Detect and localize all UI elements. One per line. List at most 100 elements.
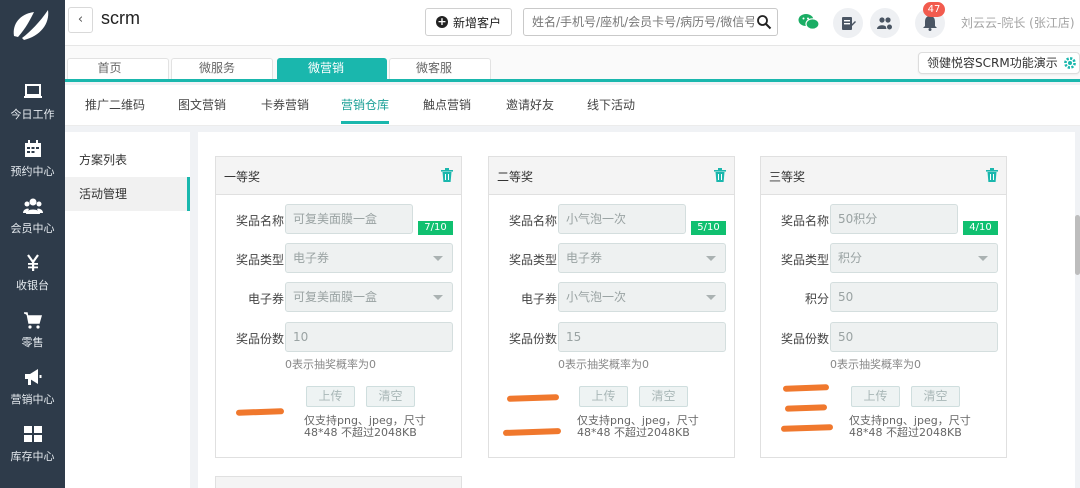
subnav-coupon-marketing[interactable]: 卡券营销: [261, 96, 309, 113]
user-name[interactable]: 刘云云-院长 (张江店): [961, 14, 1075, 31]
prize-count-input[interactable]: 10: [285, 322, 453, 352]
prize-name-input[interactable]: 小气泡一次: [558, 204, 686, 234]
prize-title: 三等奖: [769, 170, 806, 184]
sidebar-item-label: 营销中心: [10, 393, 55, 406]
prize-count-label: 奖品份数: [508, 332, 557, 346]
redacted-image-scribble: [780, 424, 834, 432]
trash-icon[interactable]: [714, 168, 726, 182]
sidebar-item-label: 收银台: [16, 279, 49, 292]
trash-icon[interactable]: [441, 168, 453, 182]
top-header: ‹ scrm + 新增客户 47 刘云云-院长 (张江店): [65, 0, 1080, 46]
coupon-select[interactable]: 小气泡一次: [558, 282, 726, 312]
app-title: scrm: [101, 8, 140, 28]
subnav-invite-friends[interactable]: 邀请好友: [506, 96, 554, 113]
redacted-image-scribble: [506, 394, 560, 402]
back-button[interactable]: ‹: [68, 7, 93, 33]
prize-name-label: 奖品名称: [235, 214, 284, 228]
sidebar-item-label: 预约中心: [10, 165, 55, 178]
laptop-icon: [23, 84, 42, 98]
search-box: [523, 8, 778, 36]
prize-name-label: 奖品名称: [780, 214, 829, 228]
clear-button[interactable]: 清空: [911, 386, 960, 407]
chevron-down-icon: [706, 256, 716, 261]
tab-micro-marketing[interactable]: 微营销: [277, 58, 375, 79]
subnav-qr-promo[interactable]: 推广二维码: [85, 96, 145, 113]
prize-type-select[interactable]: 电子券: [558, 243, 726, 273]
butterfly-logo-icon: [13, 10, 49, 40]
char-counter-badge: 7/10: [418, 221, 453, 235]
upload-button[interactable]: 上传: [579, 386, 628, 407]
char-counter-badge: 5/10: [691, 221, 726, 235]
left-item-plan-list[interactable]: 方案列表: [65, 143, 190, 177]
char-counter-badge: 4/10: [963, 221, 998, 235]
subnav-offline-events[interactable]: 线下活动: [587, 96, 635, 113]
gear-icon[interactable]: [1063, 56, 1077, 70]
subnav-marketing-warehouse[interactable]: 营销仓库: [341, 96, 389, 113]
trash-icon[interactable]: [986, 168, 998, 182]
scrollbar-thumb[interactable]: [1075, 215, 1080, 275]
clear-button[interactable]: 清空: [366, 386, 415, 407]
subnav-touchpoint-marketing[interactable]: 触点营销: [423, 96, 471, 113]
members-icon: [22, 198, 43, 214]
prize-type-label: 奖品类型: [780, 253, 829, 267]
prize-card-first: 一等奖 奖品名称 可复美面膜一盒 7/10 奖品类型 电子券 电子券 可复美面膜…: [215, 156, 462, 458]
grid-icon: [23, 426, 42, 442]
prize-title: 二等奖: [497, 170, 534, 184]
main-tabs: 首页 微服务 微营销 微客服 领健悦容SCRM功能演示: [65, 46, 1080, 82]
left-item-activity-management[interactable]: 活动管理: [65, 177, 190, 211]
prize-name-input[interactable]: 可复美面膜一盒: [285, 204, 413, 234]
users-settings-icon: [877, 17, 893, 31]
prize-type-select[interactable]: 电子券: [285, 243, 453, 273]
tab-micro-support[interactable]: 微客服: [389, 58, 479, 79]
sidebar-item-inventory[interactable]: 库存中心: [0, 416, 65, 472]
wechat-icon[interactable]: [798, 13, 820, 31]
tab-micro-service[interactable]: 微服务: [171, 58, 263, 79]
cart-icon: [23, 312, 42, 329]
sidebar-item-marketing[interactable]: 营销中心: [0, 359, 65, 415]
prize-name-input[interactable]: 50积分: [830, 204, 958, 234]
upload-button[interactable]: 上传: [851, 386, 900, 407]
chevron-down-icon: [978, 256, 988, 261]
redacted-image-scribble: [782, 384, 830, 392]
subnav-active-indicator: [341, 121, 389, 124]
sidebar-item-today-work[interactable]: 今日工作: [0, 74, 65, 130]
sidebar-item-cashier[interactable]: 收银台: [0, 245, 65, 301]
coupon-label: 电子券: [247, 292, 284, 306]
sidebar-item-retail[interactable]: 零售: [0, 302, 65, 358]
left-panel: 方案列表 活动管理: [65, 132, 190, 488]
prize-card-second: 二等奖 奖品名称 小气泡一次 5/10 奖品类型 电子券 电子券 小气泡一次 奖…: [488, 156, 735, 458]
upload-button[interactable]: 上传: [306, 386, 355, 407]
probability-hint: 0表示抽奖概率为0: [558, 358, 649, 371]
prize-type-label: 奖品类型: [235, 253, 284, 267]
add-customer-button[interactable]: + 新增客户: [425, 8, 512, 36]
prize-count-input[interactable]: 15: [558, 322, 726, 352]
probability-hint: 0表示抽奖概率为0: [285, 358, 376, 371]
clear-button[interactable]: 清空: [639, 386, 688, 407]
coupon-select[interactable]: 可复美面膜一盒: [285, 282, 453, 312]
sidebar-item-members[interactable]: 会员中心: [0, 188, 65, 244]
subnav-article-marketing[interactable]: 图文营销: [178, 96, 226, 113]
sidebar-item-appointments[interactable]: 预约中心: [0, 131, 65, 187]
sidebar-item-label: 今日工作: [10, 108, 55, 121]
coupon-value: 小气泡一次: [566, 290, 627, 304]
tab-home[interactable]: 首页: [67, 58, 152, 79]
demo-notice-text: 领健悦容SCRM功能演示: [927, 56, 1058, 70]
search-icon[interactable]: [756, 14, 772, 30]
sidebar-item-label: 会员中心: [10, 222, 55, 235]
demo-notice[interactable]: 领健悦容SCRM功能演示: [918, 52, 1080, 74]
sidebar-item-label: 零售: [21, 336, 44, 349]
chevron-down-icon: [706, 295, 716, 300]
chevron-down-icon: [433, 256, 443, 261]
points-input[interactable]: 50: [830, 282, 998, 312]
search-input[interactable]: [532, 9, 754, 35]
prize-type-select[interactable]: 积分: [830, 243, 998, 273]
plus-circle-icon: +: [435, 15, 448, 28]
image-format-note: 仅支持png、jpeg，尺寸48*48 不超过2048KB: [849, 414, 971, 439]
prize-count-input[interactable]: 50: [830, 322, 998, 352]
notification-badge: 47: [923, 2, 945, 17]
redacted-image-scribble: [235, 408, 285, 416]
members-shortcut-button[interactable]: [870, 8, 900, 38]
notes-button[interactable]: [833, 8, 863, 38]
add-customer-label: 新增客户: [452, 15, 501, 30]
prize-type-value: 电子券: [566, 251, 603, 265]
